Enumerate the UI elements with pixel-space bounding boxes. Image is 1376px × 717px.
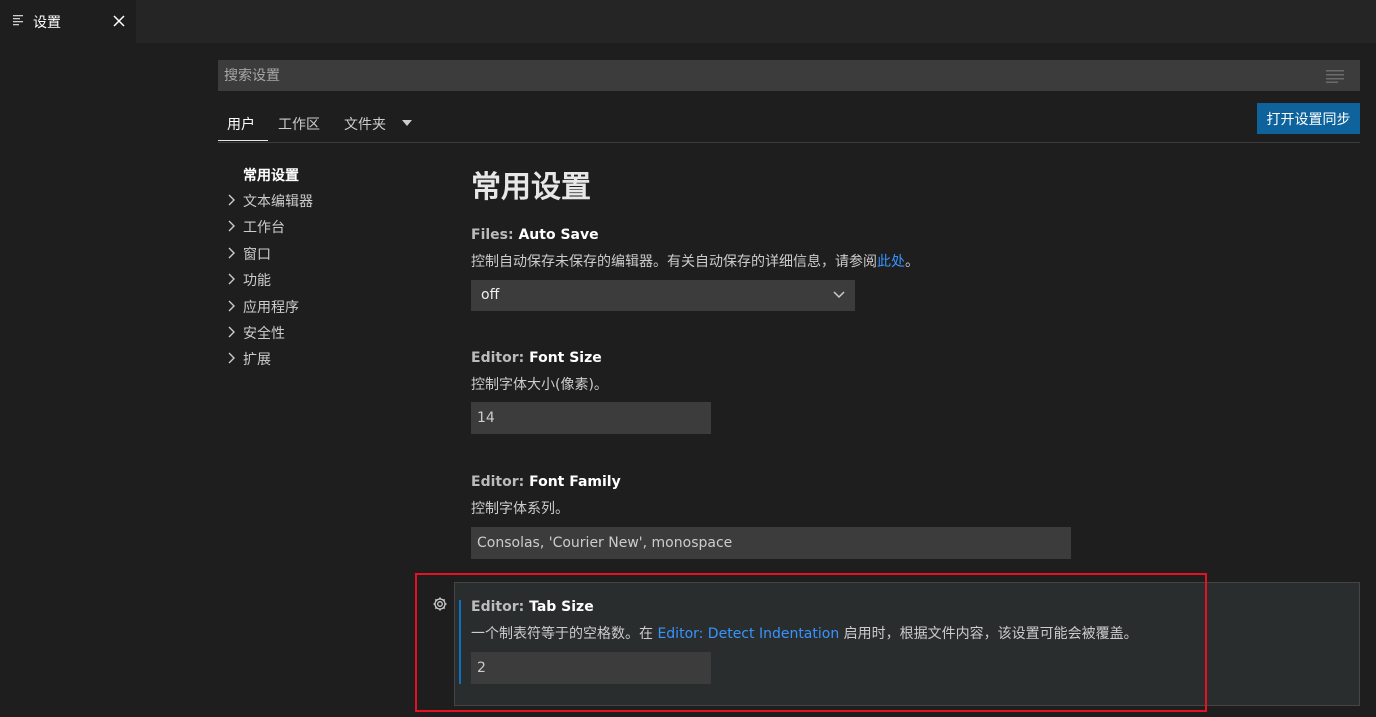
- chevron-right-icon: [228, 273, 235, 285]
- toc-item-label: 工作台: [243, 220, 285, 236]
- settings-tab[interactable]: 设置: [0, 0, 136, 43]
- section-title: 常用设置: [471, 170, 591, 205]
- chevron-right-icon: [228, 352, 235, 364]
- search-input[interactable]: [218, 60, 1318, 91]
- chevron-right-icon: [228, 247, 235, 259]
- filter-lines-icon[interactable]: [1326, 69, 1344, 83]
- description-text: 一个制表符等于的空格数。在: [471, 626, 658, 642]
- tab-workspace[interactable]: 工作区: [278, 114, 320, 134]
- setting-description: 控制自动保存未保存的编辑器。有关自动保存的详细信息，请参阅此处。: [471, 251, 919, 271]
- search-settings: [218, 60, 1360, 91]
- setting-key: Font Family: [529, 474, 621, 490]
- chevron-right-icon: [228, 194, 235, 206]
- setting-label: Editor: Font Size: [471, 350, 602, 366]
- tab-user[interactable]: 用户: [227, 114, 255, 134]
- setting-key: Tab Size: [529, 599, 594, 615]
- gear-icon[interactable]: [432, 596, 448, 612]
- setting-label: Editor: Tab Size: [471, 599, 594, 615]
- detect-indentation-link[interactable]: Editor: Detect Indentation: [657, 626, 839, 642]
- toc-item-label: 窗口: [243, 247, 271, 263]
- description-text: 控制自动保存未保存的编辑器。有关自动保存的详细信息，请参阅: [471, 254, 877, 270]
- toc-item-label: 应用程序: [243, 300, 299, 316]
- scope-divider: [218, 142, 1360, 143]
- auto-save-help-link[interactable]: 此处: [877, 254, 905, 270]
- tab-title: 设置: [33, 15, 61, 31]
- active-tab-underline: [218, 140, 268, 141]
- chevron-right-icon: [228, 300, 235, 312]
- toc-item-label: 文本编辑器: [243, 194, 313, 210]
- setting-category: Editor:: [471, 599, 530, 615]
- setting-key: Auto Save: [518, 227, 599, 243]
- select-value: off: [481, 287, 500, 303]
- setting-category: Editor:: [471, 474, 530, 490]
- toc-item-label: 安全性: [243, 326, 285, 342]
- focus-indicator: [459, 600, 461, 684]
- setting-description: 控制字体大小(像素)。: [471, 377, 608, 393]
- toc-item-label: 功能: [243, 273, 271, 289]
- chevron-down-icon[interactable]: [402, 120, 412, 126]
- close-icon[interactable]: [112, 14, 126, 28]
- tab-folder[interactable]: 文件夹: [344, 114, 386, 134]
- setting-category: Files:: [471, 227, 519, 243]
- tab-size-input[interactable]: [471, 652, 711, 684]
- settings-lines-icon: [13, 15, 23, 26]
- description-end: 启用时，根据文件内容，该设置可能会被覆盖。: [839, 626, 1138, 642]
- setting-description: 一个制表符等于的空格数。在 Editor: Detect Indentation…: [471, 623, 1138, 643]
- setting-key: Font Size: [529, 350, 602, 366]
- chevron-down-icon: [833, 291, 845, 299]
- font-size-input[interactable]: [471, 402, 711, 434]
- toc-item-label: 扩展: [243, 352, 271, 368]
- chevron-right-icon: [228, 220, 235, 232]
- description-end: 。: [905, 254, 919, 270]
- setting-label: Editor: Font Family: [471, 474, 621, 490]
- setting-description: 控制字体系列。: [471, 501, 569, 517]
- setting-label: Files: Auto Save: [471, 227, 599, 243]
- editor-tab-bar: 设置: [0, 0, 1376, 43]
- toc-item-label: 常用设置: [243, 168, 299, 184]
- open-settings-sync-button[interactable]: 打开设置同步: [1257, 103, 1360, 134]
- setting-category: Editor:: [471, 350, 530, 366]
- auto-save-select[interactable]: off: [471, 280, 855, 311]
- chevron-right-icon: [228, 326, 235, 338]
- font-family-input[interactable]: [471, 527, 1071, 559]
